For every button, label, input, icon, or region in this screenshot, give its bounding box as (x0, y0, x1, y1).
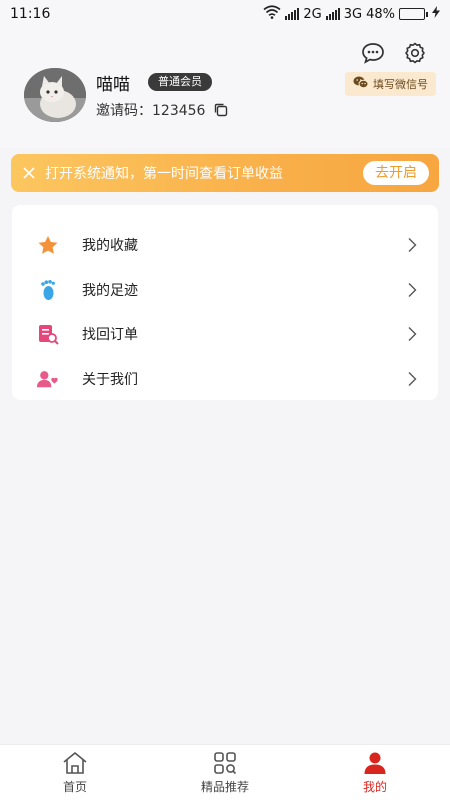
menu-item-label: 关于我们 (82, 371, 138, 388)
chevron-right-icon (406, 282, 418, 298)
status-bar: 11:16 2G 3G 48% (0, 0, 450, 28)
chevron-right-icon (406, 326, 418, 342)
users-heart-icon (36, 367, 60, 391)
tab-mine[interactable]: 我的 (300, 745, 450, 800)
order-search-icon (36, 322, 60, 346)
grid-search-icon (212, 750, 238, 776)
tab-home[interactable]: 首页 (0, 745, 150, 800)
network-3g: 3G (343, 6, 363, 22)
invite-code: 邀请码：123456 (96, 100, 229, 120)
enable-notification-button[interactable]: 去开启 (363, 161, 429, 185)
signal-icon (325, 8, 340, 20)
star-icon (36, 233, 60, 257)
menu-item-label: 我的足迹 (82, 282, 138, 299)
member-badge: 普通会员 (148, 73, 212, 91)
menu-item-retrieve-order[interactable]: 找回订单 (12, 312, 438, 357)
tab-label: 首页 (62, 780, 87, 794)
fill-wechat-button[interactable]: 填写微信号 (345, 72, 436, 96)
person-icon (362, 750, 388, 776)
header-actions (360, 40, 428, 66)
close-icon[interactable] (21, 165, 37, 181)
fill-wechat-label: 填写微信号 (373, 78, 428, 91)
menu-item-label: 我的收藏 (82, 238, 138, 255)
menu-item-about-us[interactable]: 关于我们 (12, 357, 438, 402)
profile-header: 喵喵 普通会员 邀请码：123456 填写微信号 (0, 28, 450, 148)
signal-icon (285, 8, 300, 20)
home-icon (62, 750, 88, 776)
wifi-icon (263, 5, 281, 23)
message-icon[interactable] (360, 40, 386, 66)
wechat-icon (353, 76, 369, 92)
menu-item-favorites[interactable]: 我的收藏 (12, 223, 438, 268)
footprint-icon (36, 278, 60, 302)
tab-label: 精品推荐 (200, 780, 249, 794)
menu-item-label: 找回订单 (82, 327, 138, 344)
tab-featured[interactable]: 精品推荐 (150, 745, 300, 800)
chevron-right-icon (406, 237, 418, 253)
tab-label: 我的 (362, 780, 387, 794)
network-2g: 2G (303, 6, 322, 22)
status-time: 11:16 (10, 6, 51, 22)
battery-percent: 48% (366, 6, 395, 22)
invite-code-text: 邀请码：123456 (96, 103, 206, 119)
bottom-tab-bar: 首页 精品推荐 我的 (0, 744, 450, 800)
status-indicators: 2G 3G 48% (263, 5, 440, 23)
gear-icon[interactable] (402, 40, 428, 66)
menu-card: 我的收藏 我的足迹 找回订单 关于我们 (12, 205, 438, 400)
notification-banner: 打开系统通知，第一时间查看订单收益 去开启 (11, 154, 439, 192)
notification-text: 打开系统通知，第一时间查看订单收益 (45, 166, 283, 182)
avatar[interactable] (24, 68, 86, 122)
user-name: 喵喵 (96, 75, 130, 95)
copy-icon[interactable] (213, 102, 229, 118)
chevron-right-icon (406, 371, 418, 387)
battery-icon (399, 8, 428, 20)
charging-icon (432, 6, 440, 22)
menu-item-footprints[interactable]: 我的足迹 (12, 268, 438, 313)
